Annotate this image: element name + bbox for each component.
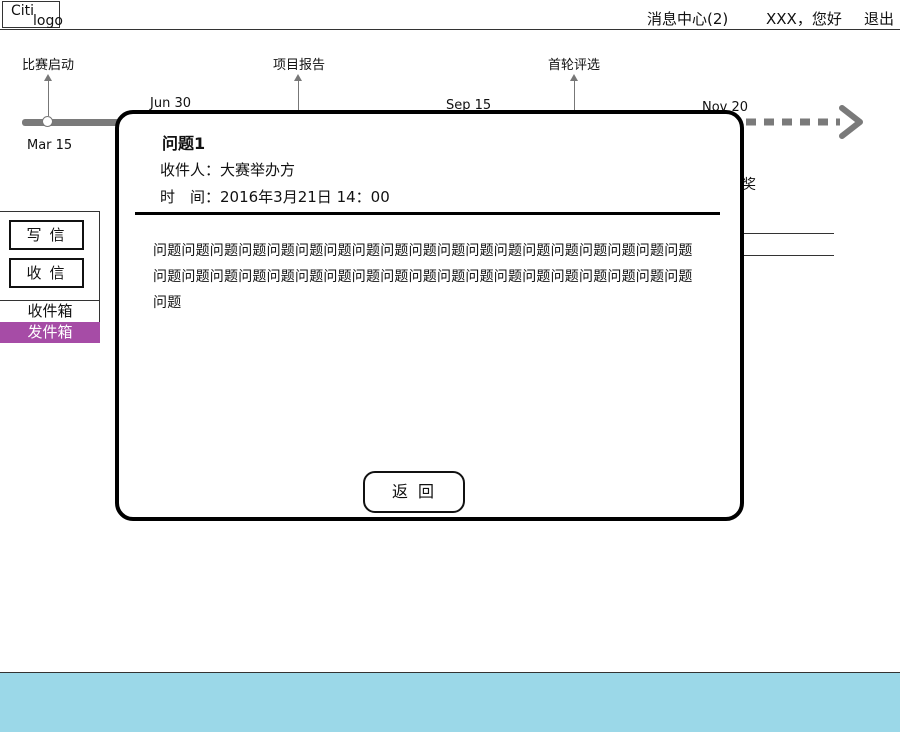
logout-link[interactable]: 退出 (864, 8, 894, 29)
message-title: 问题1 (162, 134, 206, 153)
milestone-label-report: 项目报告 (273, 58, 326, 73)
mail-sidebar: 写信 收信 收件箱 发件箱 (0, 211, 100, 343)
tab-inbox[interactable]: 收件箱 (0, 301, 100, 322)
milestone-label-review: 首轮评选 (548, 58, 601, 73)
background-divider (742, 255, 834, 256)
citi-logo[interactable]: Citi logo (2, 1, 63, 29)
message-detail-dialog: 问题1 收件人：大赛举办方 时 间：2016年3月21日 14：00 问题问题问… (115, 110, 744, 521)
timeline-track (22, 119, 122, 126)
timeline-dashed-arrow-icon (746, 105, 863, 139)
background-divider (742, 233, 834, 234)
timeline-node (42, 116, 53, 127)
logo-text-citi: Citi (11, 3, 35, 19)
receive-letter-button[interactable]: 收信 (9, 258, 84, 288)
logo-text-logo: logo (33, 13, 63, 29)
message-time: 时 间：2016年3月21日 14：00 (160, 188, 390, 206)
footer-bar (0, 672, 900, 732)
date-label-start: Mar 15 (27, 138, 73, 153)
milestone-pointer (48, 80, 49, 116)
message-center-link[interactable]: 消息中心(2) (647, 8, 728, 29)
message-body: 问题问题问题问题问题问题问题问题问题问题问题问题问题问题问题问题问题问题问题问题… (153, 243, 693, 311)
back-button[interactable]: 返回 (363, 471, 465, 513)
milestone-label-start: 比赛启动 (22, 58, 75, 73)
tab-outbox[interactable]: 发件箱 (0, 322, 100, 343)
partial-milestone-label: 奖 (742, 177, 756, 193)
write-letter-button[interactable]: 写信 (9, 220, 84, 250)
message-recipient: 收件人：大赛举办方 (160, 161, 296, 179)
milestone-pointer (298, 80, 299, 114)
dialog-divider (135, 212, 720, 215)
date-label-jun: Jun 30 (150, 96, 191, 111)
top-bar: Citi logo 消息中心(2) XXX，您好 退出 (0, 0, 900, 30)
user-greeting: XXX，您好 (766, 10, 842, 28)
milestone-pointer (574, 80, 575, 114)
